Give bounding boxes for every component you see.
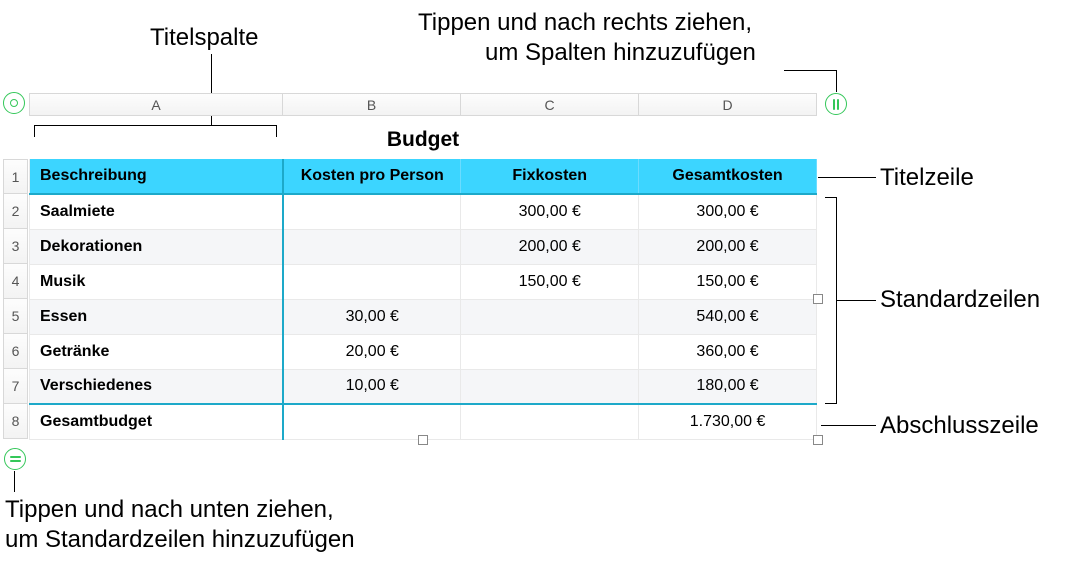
cell-total[interactable]: 200,00 € (639, 229, 817, 264)
callout-drag-down-line2: um Standardzeilen hinzuzufügen (5, 525, 355, 555)
table-row: Saalmiete 300,00 € 300,00 € (30, 194, 817, 229)
table-row: Dekorationen 200,00 € 200,00 € (30, 229, 817, 264)
cell-desc[interactable]: Essen (30, 299, 284, 334)
callout-line-header-row (818, 177, 876, 178)
bracket-body-rows (825, 197, 837, 404)
cell-per-person[interactable]: 20,00 € (283, 334, 461, 369)
cell-total[interactable]: 360,00 € (639, 334, 817, 369)
add-row-handle[interactable] (4, 448, 26, 470)
table-row: Verschiedenes 10,00 € 180,00 € (30, 369, 817, 404)
table-row: Essen 30,00 € 540,00 € (30, 299, 817, 334)
cell-per-person[interactable] (283, 264, 461, 299)
cell-per-person[interactable]: 10,00 € (283, 369, 461, 404)
cell-desc[interactable]: Getränke (30, 334, 284, 369)
column-headers: A B C D (29, 93, 817, 116)
row-header-3[interactable]: 3 (3, 229, 28, 264)
cell-fixed[interactable]: 200,00 € (461, 229, 639, 264)
callout-title-column: Titelspalte (150, 23, 259, 53)
header-row: Beschreibung Kosten pro Person Fixkosten… (30, 159, 817, 194)
callout-drag-right-line2: um Spalten hinzuzufügen (485, 38, 756, 68)
cell-desc[interactable]: Saalmiete (30, 194, 284, 229)
cell-total[interactable]: 300,00 € (639, 194, 817, 229)
cell-fixed[interactable] (461, 334, 639, 369)
callout-drag-down-line1: Tippen und nach unten ziehen, (5, 495, 334, 525)
row-header-5[interactable]: 5 (3, 299, 28, 334)
row-header-4[interactable]: 4 (3, 264, 28, 299)
cell-total[interactable]: 180,00 € (639, 369, 817, 404)
header-fixed[interactable]: Fixkosten (461, 159, 639, 194)
cell-total[interactable]: 540,00 € (639, 299, 817, 334)
table-row: Musik 150,00 € 150,00 € (30, 264, 817, 299)
cell-fixed[interactable]: 300,00 € (461, 194, 639, 229)
row-header-8[interactable]: 8 (3, 404, 28, 439)
cell-per-person[interactable] (283, 194, 461, 229)
row-header-7[interactable]: 7 (3, 369, 28, 404)
callout-header-row: Titelzeile (880, 163, 974, 193)
add-column-handle[interactable] (825, 93, 847, 115)
header-desc[interactable]: Beschreibung (30, 159, 284, 194)
cell-per-person[interactable]: 30,00 € (283, 299, 461, 334)
cell-fixed[interactable] (461, 369, 639, 404)
column-header-b[interactable]: B (283, 93, 461, 116)
cell-desc[interactable]: Dekorationen (30, 229, 284, 264)
cell-desc[interactable]: Musik (30, 264, 284, 299)
header-total[interactable]: Gesamtkosten (639, 159, 817, 194)
callout-body-rows: Standardzeilen (880, 285, 1040, 315)
row-headers: 1 2 3 4 5 6 7 8 (3, 159, 28, 439)
cell-total[interactable]: 150,00 € (639, 264, 817, 299)
column-header-a[interactable]: A (29, 93, 283, 116)
selection-handle-right-mid[interactable] (813, 294, 823, 304)
row-header-6[interactable]: 6 (3, 334, 28, 369)
callout-line-drag-right-v (836, 71, 837, 92)
table-title[interactable]: Budget (29, 128, 817, 152)
callout-line-drag-right-h (784, 70, 837, 71)
cell-fixed[interactable] (461, 299, 639, 334)
row-header-2[interactable]: 2 (3, 194, 28, 229)
callout-footer-row: Abschlusszeile (880, 411, 1039, 441)
header-per-person[interactable]: Kosten pro Person (283, 159, 461, 194)
table-origin-handle[interactable] (3, 92, 25, 114)
cell-per-person[interactable] (283, 404, 461, 439)
cell-total[interactable]: 1.730,00 € (639, 404, 817, 439)
callout-drag-right-line1: Tippen und nach rechts ziehen, (418, 8, 752, 38)
cell-desc[interactable]: Verschiedenes (30, 369, 284, 404)
row-header-1[interactable]: 1 (3, 159, 28, 194)
data-table: Beschreibung Kosten pro Person Fixkosten… (29, 159, 817, 440)
cell-fixed[interactable]: 150,00 € (461, 264, 639, 299)
column-header-d[interactable]: D (639, 93, 817, 116)
footer-row: Gesamtbudget 1.730,00 € (30, 404, 817, 439)
callout-line-body-rows (837, 300, 876, 301)
column-header-c[interactable]: C (461, 93, 639, 116)
callout-line-footer-row (821, 425, 876, 426)
selection-handle-bottom-mid[interactable] (418, 435, 428, 445)
selection-handle-bottom-right[interactable] (813, 435, 823, 445)
table-row: Getränke 20,00 € 360,00 € (30, 334, 817, 369)
callout-line-drag-down (14, 471, 15, 492)
cell-per-person[interactable] (283, 229, 461, 264)
cell-fixed[interactable] (461, 404, 639, 439)
cell-desc[interactable]: Gesamtbudget (30, 404, 284, 439)
